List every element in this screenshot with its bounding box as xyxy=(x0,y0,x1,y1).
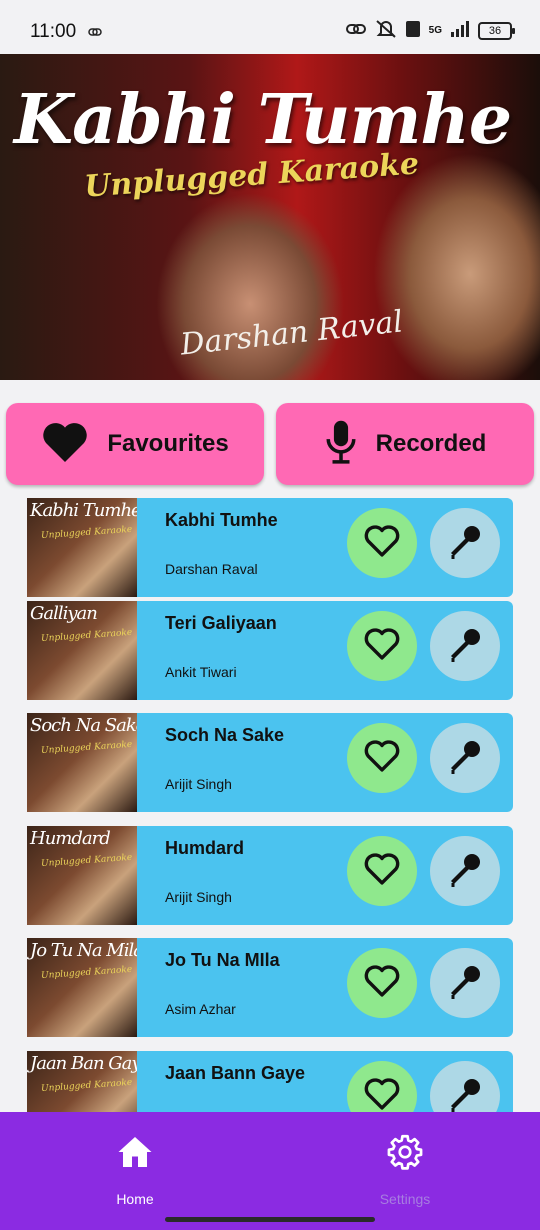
record-button[interactable] xyxy=(430,948,500,1018)
record-button[interactable] xyxy=(430,611,500,681)
nav-settings[interactable]: Settings xyxy=(270,1112,540,1212)
status-bar: 11:00 5G 36 xyxy=(0,0,540,54)
heart-filled-icon xyxy=(41,420,89,469)
hero-title: Kabhi Tumhe xyxy=(14,80,512,160)
favourite-toggle-button[interactable] xyxy=(347,948,417,1018)
song-artist: Darshan Raval xyxy=(165,561,258,577)
song-title: Humdard xyxy=(165,838,245,858)
karaoke-mic-icon xyxy=(445,961,485,1006)
song-row[interactable]: Galliyan Unplugged Karaoke Teri Galiyaan… xyxy=(27,601,513,700)
favourite-toggle-button[interactable] xyxy=(347,508,417,578)
record-button[interactable] xyxy=(430,508,500,578)
song-artist: Ankit Tiwari xyxy=(165,664,237,680)
karaoke-mic-icon xyxy=(445,849,485,894)
status-icons: 5G 36 xyxy=(345,18,515,44)
song-thumbnail: Humdard Unplugged Karaoke xyxy=(27,826,137,925)
link-icon xyxy=(88,24,102,42)
thumb-title: Kabhi Tumhe xyxy=(30,500,137,521)
thumb-title: Jaan Ban Gaye xyxy=(30,1053,137,1074)
gear-icon xyxy=(387,1134,423,1170)
thumb-subtitle: Unplugged Karaoke xyxy=(40,524,133,542)
song-row[interactable]: Humdard Unplugged Karaoke Humdard Arijit… xyxy=(27,826,513,925)
thumb-title: Galliyan xyxy=(30,603,98,624)
song-title: Jo Tu Na MIla xyxy=(165,950,280,970)
recorded-button[interactable]: Recorded xyxy=(276,403,534,485)
heart-outline-icon xyxy=(363,964,401,1003)
nav-home[interactable]: Home xyxy=(0,1112,270,1212)
favourites-label: Favourites xyxy=(107,430,229,457)
favourite-toggle-button[interactable] xyxy=(347,1061,417,1112)
karaoke-mic-icon xyxy=(445,521,485,566)
favourite-toggle-button[interactable] xyxy=(347,723,417,793)
recorded-label: Recorded xyxy=(375,430,487,457)
status-time: 11:00 xyxy=(30,21,77,42)
heart-outline-icon xyxy=(363,627,401,666)
song-list[interactable]: Kabhi Tumhe Unplugged Karaoke Kabhi Tumh… xyxy=(27,498,513,1112)
favourites-button[interactable]: Favourites xyxy=(6,403,264,485)
song-artist: Arijit Singh xyxy=(165,776,232,792)
song-title: Teri Galiyaan xyxy=(165,613,277,633)
home-icon xyxy=(118,1137,152,1167)
favourite-toggle-button[interactable] xyxy=(347,836,417,906)
song-row[interactable]: Kabhi Tumhe Unplugged Karaoke Kabhi Tumh… xyxy=(27,498,513,597)
favourite-toggle-button[interactable] xyxy=(347,611,417,681)
heart-outline-icon xyxy=(363,852,401,891)
song-row[interactable]: Jo Tu Na Mila Unplugged Karaoke Jo Tu Na… xyxy=(27,938,513,1037)
karaoke-mic-icon xyxy=(445,736,485,781)
heart-outline-icon xyxy=(363,1077,401,1113)
nav-settings-label: Settings xyxy=(379,1191,431,1207)
song-thumbnail: Kabhi Tumhe Unplugged Karaoke xyxy=(27,498,137,597)
karaoke-mic-icon xyxy=(445,1074,485,1113)
battery-icon: 36 xyxy=(478,22,515,40)
bottom-navigation: Home Settings xyxy=(0,1112,540,1230)
volte-icon xyxy=(405,20,421,43)
thumb-subtitle: Unplugged Karaoke xyxy=(40,1077,133,1095)
thumb-title: Soch Na Sake xyxy=(30,715,137,736)
thumb-subtitle: Unplugged Karaoke xyxy=(40,852,133,870)
song-title: Kabhi Tumhe xyxy=(165,510,278,530)
microphone-icon xyxy=(324,419,358,470)
thumb-subtitle: Unplugged Karaoke xyxy=(40,627,133,645)
nav-home-label: Home xyxy=(116,1191,154,1207)
record-button[interactable] xyxy=(430,836,500,906)
mute-icon xyxy=(375,19,397,44)
record-button[interactable] xyxy=(430,1061,500,1112)
hero-banner: Kabhi Tumhe Unplugged Karaoke Darshan Ra… xyxy=(0,54,540,380)
thumb-title: Humdard xyxy=(30,828,111,849)
song-thumbnail: Jo Tu Na Mila Unplugged Karaoke xyxy=(27,938,137,1037)
thumb-subtitle: Unplugged Karaoke xyxy=(40,964,133,982)
hotspot-icon xyxy=(345,20,367,43)
song-thumbnail: Galliyan Unplugged Karaoke xyxy=(27,601,137,700)
song-thumbnail: Jaan Ban Gaye Unplugged Karaoke xyxy=(27,1051,137,1112)
karaoke-mic-icon xyxy=(445,624,485,669)
hero-artist: Darshan Raval xyxy=(178,304,405,363)
song-artist: Arijit Singh xyxy=(165,889,232,905)
battery-level: 36 xyxy=(488,25,502,37)
thumb-subtitle: Unplugged Karaoke xyxy=(40,739,133,757)
heart-outline-icon xyxy=(363,739,401,778)
thumb-title: Jo Tu Na Mila xyxy=(30,940,137,961)
home-indicator[interactable] xyxy=(165,1217,375,1222)
song-title: Jaan Bann Gaye xyxy=(165,1063,306,1083)
network-type: 5G xyxy=(428,25,442,36)
song-row[interactable]: Soch Na Sake Unplugged Karaoke Soch Na S… xyxy=(27,713,513,812)
song-title: Soch Na Sake xyxy=(165,725,285,745)
signal-icon xyxy=(450,20,470,42)
heart-outline-icon xyxy=(363,524,401,563)
song-row[interactable]: Jaan Ban Gaye Unplugged Karaoke Jaan Ban… xyxy=(27,1051,513,1112)
record-button[interactable] xyxy=(430,723,500,793)
song-thumbnail: Soch Na Sake Unplugged Karaoke xyxy=(27,713,137,812)
song-artist: Asim Azhar xyxy=(165,1001,236,1017)
